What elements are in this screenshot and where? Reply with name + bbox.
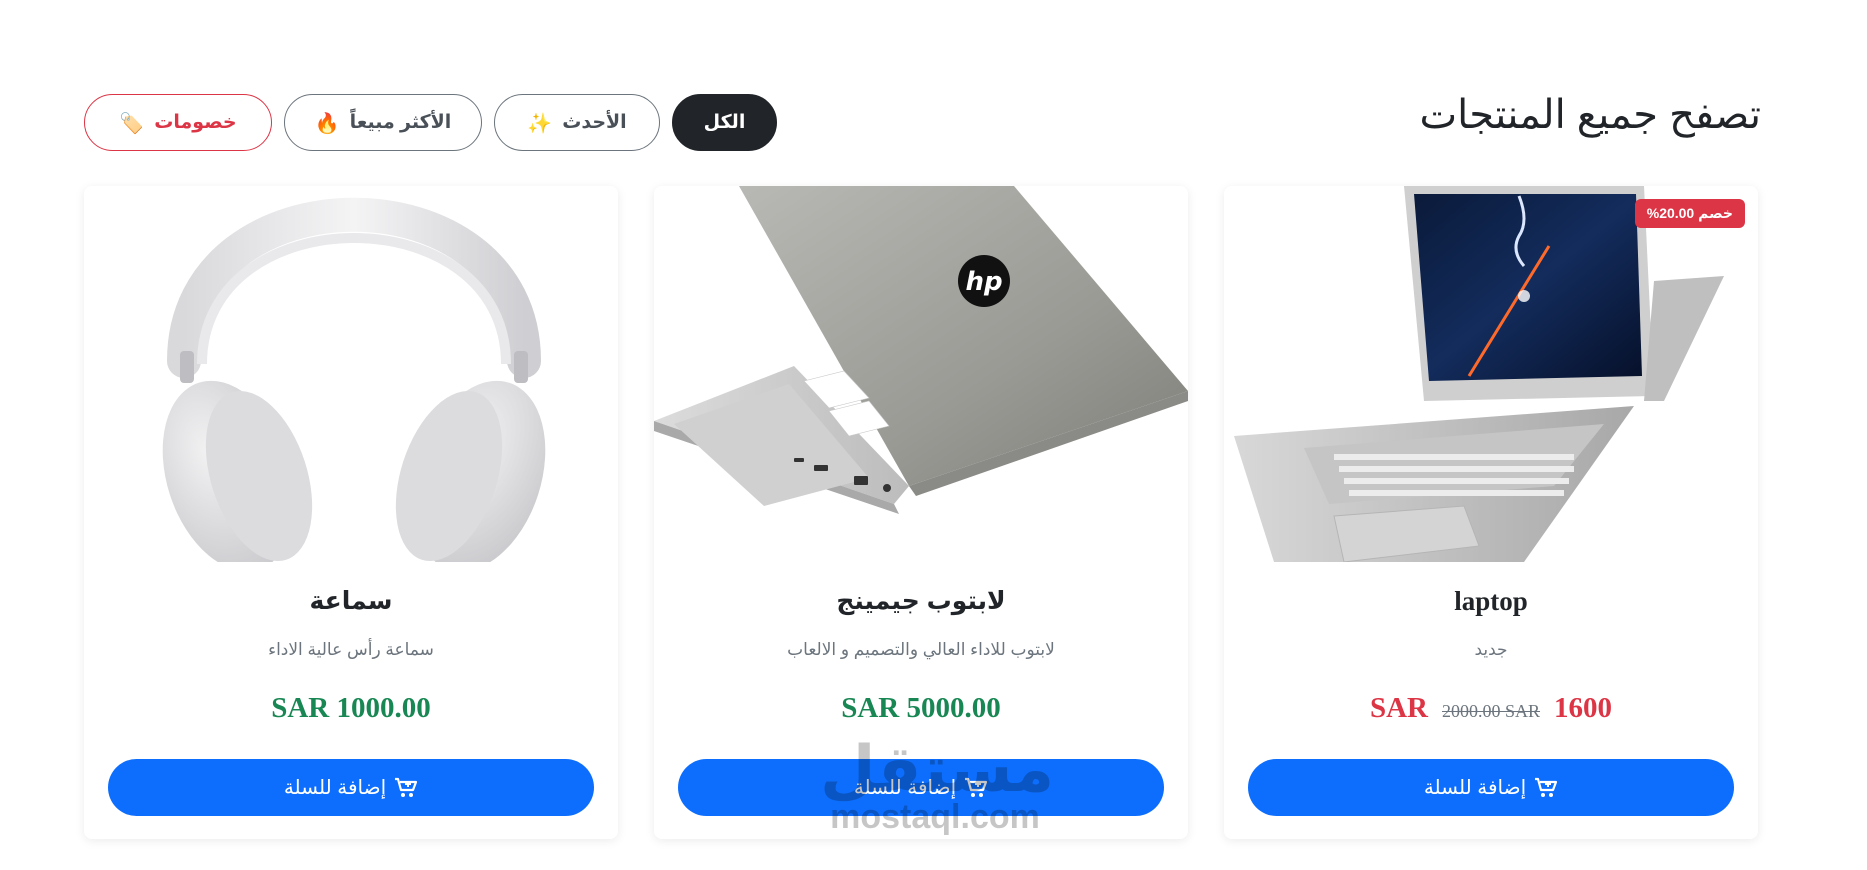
add-to-cart-label: إضافة للسلة [283,777,387,799]
product-card-headphones[interactable]: سماعة سماعة رأس عالية الاداء SAR 1000.00… [84,186,618,839]
product-price: SAR 5000.00 [841,692,1001,724]
price-sale: 1600 [1554,692,1613,724]
laptop-icon: hp [654,186,1188,562]
product-name: لابتوب جيمينج [836,587,1006,615]
add-to-cart-button[interactable]: إضافة للسلة [108,759,594,816]
filter-newest-button[interactable]: الأحدث ✨ [494,94,660,151]
filter-best-selling-button[interactable]: الأكثر مبيعاً 🔥 [284,94,482,151]
headphones-image[interactable] [84,186,618,562]
convertible-laptop-image[interactable]: خصم 20.00% [1224,186,1758,562]
price-currency: SAR [1369,692,1428,724]
watermark-arabic: مستقل [820,733,1055,807]
filter-all-label: الكل [703,112,746,133]
cart-plus-icon [395,777,418,797]
watermark-logo: مستقل mostaql.com [820,733,1055,836]
product-price: SAR 2000.00 SAR 1600 [1224,692,1758,725]
cart-plus-icon [1535,777,1558,797]
fire-icon: 🔥 [314,110,340,135]
product-description: لابتوب للاداء العالي والتصميم و الالعاب [787,640,1055,659]
product-description: جديد [1474,640,1508,659]
filter-best-selling-label: الأكثر مبيعاً [349,112,452,133]
add-to-cart-button[interactable]: إضافة للسلة [1248,759,1734,816]
watermark-latin: mostaql.com [830,798,1040,836]
svg-text:hp: hp [965,267,1002,297]
hp-laptop-image[interactable]: hp [654,186,1188,562]
product-price: SAR 1000.00 [271,692,431,724]
laptop-icon [1224,186,1758,562]
page-title: تصفح جميع المنتجات [1419,93,1761,137]
product-description: سماعة رأس عالية الاداء [268,640,434,659]
filter-all-button[interactable]: الكل [672,94,777,151]
products-page: تصفح جميع المنتجات خصومات 🏷️ الأكثر مبيع… [0,0,1867,870]
filter-discounts-label: خصومات [154,112,237,133]
headphones-icon [84,186,618,562]
product-name: سماعة [309,587,393,615]
product-name: laptop [1454,586,1528,616]
product-card-laptop[interactable]: خصم 20.00% laptop جديد SAR 2000.00 SAR 1… [1224,186,1758,839]
filter-bar: خصومات 🏷️ الأكثر مبيعاً 🔥 الأحدث ✨ الكل [84,94,777,151]
filter-newest-label: الأحدث [562,112,627,133]
discount-badge: خصم 20.00% [1634,199,1745,228]
add-to-cart-label: إضافة للسلة [1423,777,1527,799]
tag-icon: 🏷️ [119,110,145,135]
price-original: 2000.00 SAR [1442,701,1541,721]
sparkles-icon: ✨ [527,110,553,135]
filter-discounts-button[interactable]: خصومات 🏷️ [84,94,272,151]
